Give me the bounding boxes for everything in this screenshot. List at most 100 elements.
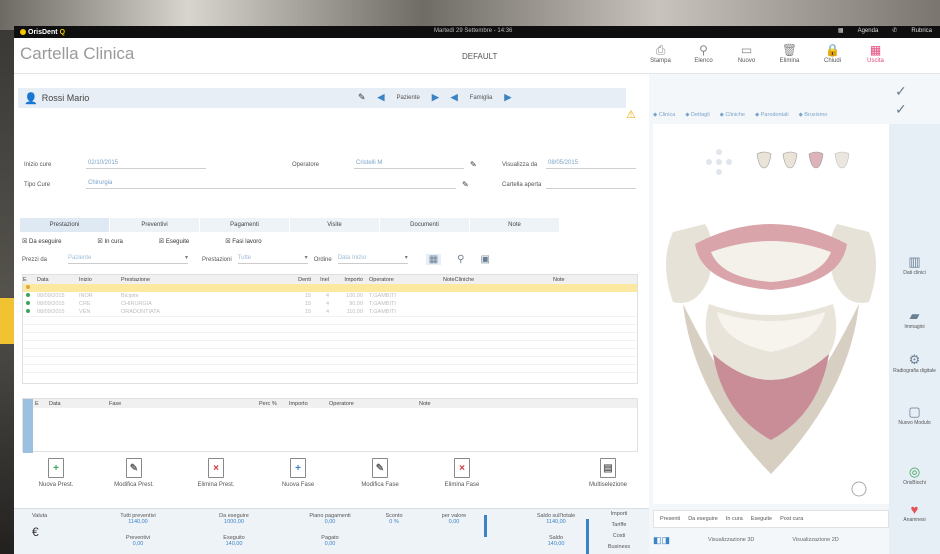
filter-row: Prezzi da Paziente Prestazioni Tutte Ord… — [22, 254, 622, 265]
filter-2[interactable]: ☒ Eseguite — [159, 238, 189, 245]
valuta-label: Valuta — [32, 513, 48, 519]
ordine-label: Ordine — [313, 256, 332, 263]
filter-3[interactable]: ☒ Fasi lavoro — [225, 238, 261, 245]
column-header: Importo — [344, 276, 363, 283]
edit-phase-icon: ✎ — [372, 458, 388, 478]
sidebar-item-3[interactable]: ▢ Nuovo Modulo — [889, 404, 940, 426]
checkbox-icon[interactable]: ☒ — [22, 239, 29, 245]
cell-op: T.GAMBITI — [369, 301, 396, 307]
cartella-label: Cartella aperta — [502, 181, 542, 188]
filter-1[interactable]: ☒ In cura — [97, 238, 122, 245]
tab-prestazioni[interactable]: Prestazioni — [20, 218, 110, 232]
sidebar-label: Immagini — [904, 324, 925, 330]
tab-preventivi[interactable]: Preventivi — [110, 218, 200, 232]
status-tab-1[interactable]: Da eseguire — [688, 516, 718, 522]
tool-nuovo-button[interactable]: ▭ Nuovo — [725, 42, 768, 64]
prestazioni-select[interactable]: Tutte — [237, 254, 308, 264]
print-icon[interactable]: ▦ — [425, 254, 442, 265]
ordine-select[interactable]: Data Inizio — [337, 254, 408, 264]
desktop-background-left — [0, 30, 14, 554]
sidebar-item-1[interactable]: ▰ Immagini — [889, 308, 940, 330]
edit-phase-button[interactable]: ✎ Modifica Fase — [348, 458, 412, 488]
cell-denti: 15 — [304, 301, 311, 307]
filter-0[interactable]: ☒ Da eseguire — [22, 238, 61, 245]
next-patient-button[interactable]: ▶ — [432, 92, 439, 103]
status-tab-2[interactable]: In cura — [726, 516, 743, 522]
export-icon[interactable]: ▣ — [480, 254, 489, 265]
view-mode-1[interactable]: Visualizzazione 2D — [792, 537, 838, 543]
totals-business-button[interactable]: Business — [594, 544, 644, 550]
breadcrumb-item-bruxismo[interactable]: ◆ Bruxismo — [799, 112, 828, 122]
tab-pagamenti[interactable]: Pagamenti — [200, 218, 290, 232]
new-prest-button[interactable]: + Nuova Prest. — [24, 458, 88, 488]
breadcrumb-item-parodontali[interactable]: ◆ Parodontali — [755, 112, 789, 122]
tipo-field[interactable]: Chirurgia — [86, 180, 456, 189]
delete-prest-button[interactable]: × Elimina Prest. — [184, 458, 248, 488]
sidebar-item-0[interactable]: ▥ Dati clinici — [889, 254, 940, 276]
rubrica-link[interactable]: Rubrica — [911, 28, 932, 34]
agenda-link[interactable]: Agenda — [858, 28, 879, 34]
tool-elimina-button[interactable]: 🗑 Elimina — [768, 42, 811, 64]
table-row[interactable]: 08/09/2015 CRE CHIRURGIA 15 4 90,00 T.GAMBITI — [23, 300, 637, 308]
inizio-field[interactable]: 02/10/2015 — [86, 160, 206, 169]
tab-visite[interactable]: Visite — [290, 218, 380, 232]
sidebar-item-2[interactable]: ⚙ Radiografia digitale — [889, 352, 940, 374]
total-preventivi: Preventivi 0,00 — [108, 535, 168, 547]
visualizza-field[interactable]: 08/05/2015 — [546, 160, 636, 169]
breadcrumb-item-cliniche[interactable]: ◆ Cliniche — [720, 112, 745, 122]
table-row[interactable]: 08/09/2015 INOR Bicipite 15 4 100,00 T.GAMBITI — [23, 292, 637, 300]
phase-column-header: Data — [49, 400, 61, 407]
warning-icon[interactable]: ⚠ — [626, 108, 636, 121]
phone-icon[interactable]: ✆ — [892, 27, 897, 34]
breadcrumb-item-clinica[interactable]: ◆ Clinica — [653, 112, 675, 122]
new-phase-button[interactable]: + Nuova Fase — [266, 458, 330, 488]
tab-documenti[interactable]: Documenti — [380, 218, 470, 232]
printer-icon: ⎙ — [655, 43, 666, 57]
status-tab-4[interactable]: Post cura — [780, 516, 803, 522]
check-icons[interactable]: ✓ ✓ — [895, 82, 907, 118]
cartella-field[interactable] — [546, 180, 636, 189]
tool-label: Elenco — [694, 58, 713, 64]
table-row[interactable] — [23, 284, 637, 292]
edit-patient-icon[interactable]: ✎ — [358, 92, 366, 103]
tool-chiudi-button[interactable]: 🔒 Chiudi — [811, 42, 854, 64]
next-family-button[interactable]: ▶ — [504, 92, 511, 103]
table-row[interactable]: 08/09/2015 VEN ORADONTIATA 15 4 110,00 T.GAMBI… — [23, 308, 637, 316]
status-tab-0[interactable]: Presenti — [660, 516, 680, 522]
prev-family-button[interactable]: ◀ — [451, 92, 458, 103]
sidebar-label: Radiografia digitale — [893, 368, 936, 374]
breadcrumb-item-dettagli[interactable]: ◆ Dettagli — [685, 112, 709, 122]
tool-elenco-button[interactable]: ⚲ Elenco — [682, 42, 725, 64]
dental-3d-viewer[interactable] — [653, 124, 889, 504]
sidebar-item-4[interactable]: ◎ OrisBiochi — [889, 464, 940, 486]
cell-inel: 4 — [325, 293, 329, 299]
status-dot — [23, 301, 37, 307]
prev-patient-button[interactable]: ◀ — [378, 92, 385, 103]
totals-importi-button[interactable]: Importi — [594, 511, 644, 517]
operatore-field[interactable]: Cristelli M — [354, 160, 464, 169]
phases-side-tab[interactable] — [23, 399, 33, 453]
search-icon[interactable]: ⚲ — [457, 254, 464, 265]
view-mode-0[interactable]: Visualizzazione 3D — [708, 537, 754, 543]
column-header: NoteCliniche — [443, 276, 475, 283]
sidebar-label: Dati clinici — [903, 270, 926, 276]
edit-operatore-icon[interactable]: ✎ — [470, 160, 477, 169]
calendar-icon[interactable]: ▦ — [838, 27, 844, 34]
cell-data: 08/09/2015 — [37, 309, 65, 315]
cell-op: T.GAMBITI — [369, 293, 396, 299]
view-toggle-icon[interactable]: ◧◨ — [653, 535, 670, 546]
totals-costi-button[interactable]: Costi — [594, 533, 644, 539]
prezzo-select[interactable]: Paziente — [68, 254, 188, 264]
status-tab-3[interactable]: Eseguite — [751, 516, 772, 522]
edit-prest-button[interactable]: ✎ Modifica Prest. — [102, 458, 166, 488]
tool-stampa-button[interactable]: ⎙ Stampa — [639, 42, 682, 64]
multiselect-button[interactable]: ▤ Multiselezione — [576, 458, 640, 488]
tool-uscita-button[interactable]: ▦ Uscita — [854, 42, 897, 64]
checkbox-icon[interactable]: ☒ — [159, 239, 166, 245]
totals-tariffe-button[interactable]: Tariffe — [594, 522, 644, 528]
edit-tipo-icon[interactable]: ✎ — [462, 180, 469, 189]
sidebar-item-5[interactable]: ♥ Anamnesi — [889, 502, 940, 523]
delete-phase-button[interactable]: × Elimina Fase — [430, 458, 494, 488]
tab-note[interactable]: Note — [470, 218, 560, 232]
action-label: Multiselezione — [588, 482, 628, 488]
